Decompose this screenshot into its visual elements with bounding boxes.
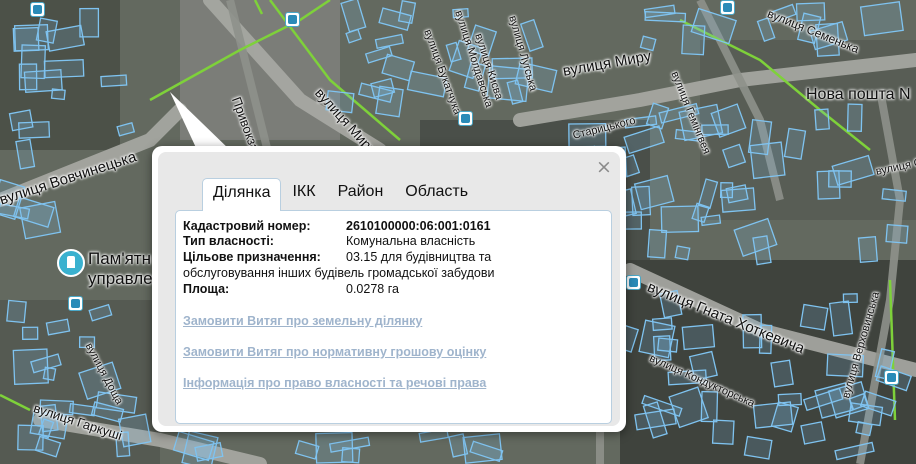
poi-subtitle: управле (88, 269, 153, 288)
popup-body: × Ділянка ІКК Район Область Кадастровий … (158, 152, 620, 426)
bus-stop-icon[interactable] (285, 12, 300, 27)
area-value: 0.0278 га (346, 282, 399, 296)
land-parcel[interactable] (859, 1, 904, 37)
land-parcel[interactable] (100, 74, 128, 88)
land-parcel[interactable] (341, 447, 361, 464)
poi-title: Пам'ятн (88, 249, 151, 268)
land-parcel[interactable] (747, 118, 773, 156)
tab-region[interactable]: Область (394, 178, 479, 210)
land-parcel[interactable] (674, 245, 691, 261)
land-parcel[interactable] (700, 390, 719, 423)
land-parcel[interactable] (700, 214, 722, 227)
bus-stop-icon[interactable] (720, 0, 735, 15)
land-parcel[interactable] (743, 435, 773, 460)
land-parcel[interactable] (21, 326, 39, 340)
land-parcel[interactable] (12, 348, 49, 385)
tab-district[interactable]: Район (327, 178, 395, 210)
cadastral-label: Кадастровий номер: (183, 219, 311, 233)
land-parcel[interactable] (630, 185, 652, 217)
land-parcel[interactable] (681, 324, 716, 351)
land-parcel[interactable] (644, 11, 687, 23)
popup-tabs: Ділянка ІКК Район Область (202, 178, 479, 211)
land-parcel[interactable] (8, 109, 34, 132)
land-parcel[interactable] (375, 85, 404, 118)
land-parcel[interactable] (855, 420, 873, 437)
land-parcel[interactable] (846, 103, 863, 133)
purpose-value: 03.15 для будівництва та (346, 250, 492, 264)
land-parcel[interactable] (647, 228, 668, 259)
land-parcel[interactable] (6, 299, 27, 324)
close-icon[interactable]: × (596, 158, 612, 177)
bus-stop-icon[interactable] (884, 370, 899, 385)
land-parcel[interactable] (881, 188, 907, 202)
land-parcel[interactable] (770, 359, 794, 388)
bus-stop-icon[interactable] (30, 2, 45, 17)
post-office-label: Нова пошта N (806, 86, 911, 103)
land-parcel[interactable] (17, 424, 44, 451)
land-parcel[interactable] (651, 317, 673, 332)
area-label: Площа: (183, 282, 230, 296)
land-parcel[interactable] (777, 392, 803, 407)
bus-stop-icon[interactable] (458, 111, 473, 126)
ownership-value: Комунальна власність (346, 234, 476, 248)
bus-stop-icon[interactable] (68, 296, 83, 311)
land-parcel[interactable] (711, 419, 735, 445)
purpose-value-continued: обслуговування інших будівель громадсько… (183, 266, 495, 280)
land-parcel[interactable] (828, 170, 852, 188)
land-parcel[interactable] (752, 401, 794, 429)
purpose-label: Цільове призначення: (183, 250, 321, 264)
land-parcel[interactable] (800, 421, 826, 445)
bus-stop-icon[interactable] (626, 275, 641, 290)
land-parcel[interactable] (43, 59, 85, 79)
land-parcel[interactable] (828, 300, 854, 337)
tab-parcel[interactable]: Ділянка (202, 178, 282, 211)
land-parcel[interactable] (799, 303, 829, 331)
cadastral-value: 2610100000:06:001:0161 (346, 219, 491, 233)
land-parcel[interactable] (719, 182, 734, 199)
order-land-extract-link[interactable]: Замовити Витяг про земельну ділянку (183, 314, 422, 328)
land-parcel[interactable] (13, 23, 49, 52)
parcel-info-popup: × Ділянка ІКК Район Область Кадастровий … (152, 146, 626, 432)
land-parcel[interactable] (19, 200, 62, 240)
order-valuation-extract-link[interactable]: Замовити Витяг про нормативну грошову оц… (183, 345, 486, 359)
parcel-details-panel: Кадастровий номер: 2610100000:06:001:016… (175, 210, 612, 424)
land-parcel[interactable] (783, 127, 807, 160)
land-parcel[interactable] (885, 223, 909, 244)
land-parcel[interactable] (660, 205, 700, 234)
land-parcel[interactable] (50, 88, 66, 101)
tab-ikk[interactable]: ІКК (281, 178, 326, 210)
ownership-label: Тип власності: (183, 234, 274, 248)
ownership-rights-info-link[interactable]: Інформація про право власності та речові… (183, 376, 486, 390)
land-parcel[interactable] (857, 236, 879, 264)
land-parcel[interactable] (656, 337, 679, 353)
monument-poi-icon[interactable] (57, 249, 85, 277)
land-parcel[interactable] (814, 108, 830, 131)
